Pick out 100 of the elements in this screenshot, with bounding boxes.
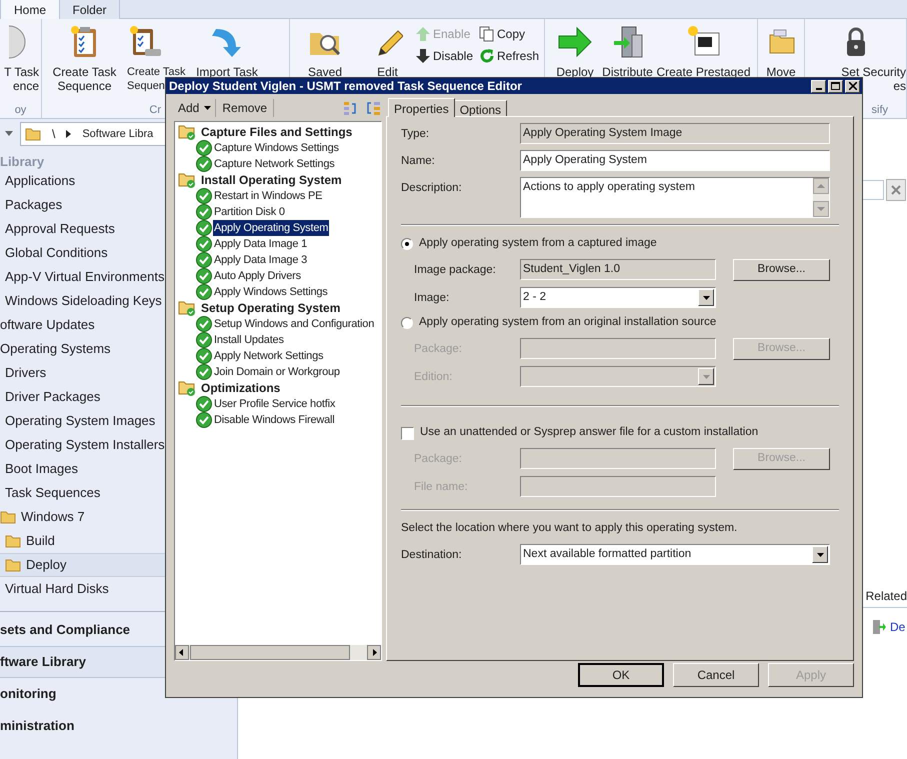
tree-item[interactable]: Partition Disk 0 [213, 204, 286, 220]
dropdown-caret-icon [702, 374, 710, 378]
dropdown-caret-icon [4, 131, 14, 137]
field-label: Destination: [401, 548, 463, 563]
close-button[interactable] [845, 80, 860, 92]
dropdown-button[interactable] [812, 546, 828, 563]
tree-item[interactable]: Capture Network Settings [213, 156, 336, 172]
minimize-button[interactable] [811, 80, 826, 92]
radio-button[interactable] [401, 238, 413, 250]
tab[interactable]: Options [454, 100, 508, 117]
tree-item[interactable]: Setup Windows and Configuration [213, 316, 376, 332]
text-field[interactable]: Apply Operating System [520, 150, 830, 171]
tab[interactable]: Properties [388, 98, 455, 117]
browse-button[interactable]: Browse... [733, 259, 830, 281]
ribbon-small-button[interactable]: Refresh [479, 47, 544, 65]
sidebar-item[interactable]: Windows 7 [0, 505, 237, 529]
dialog-button[interactable]: OK [578, 663, 664, 687]
ribbon-button-label[interactable]: Sequence [57, 79, 112, 93]
check-icon [196, 284, 212, 300]
ribbon-button-label[interactable]: Create Task [127, 65, 186, 79]
dialog-button[interactable]: Cancel [673, 663, 759, 687]
window-title: Deploy Student Viglen - USMT removed Task Sequence Editor [169, 78, 522, 95]
maximize-button[interactable] [828, 80, 843, 92]
text-area[interactable]: Actions to apply operating system [520, 177, 830, 218]
option-label: Apply operating system from a captured image [419, 236, 657, 252]
dropdown-field[interactable]: Next available formatted partition [520, 544, 830, 565]
option-label: Apply operating system from an original installation source [419, 315, 716, 330]
folder-icon [0, 510, 16, 524]
ribbon-tab[interactable]: Home [0, 0, 60, 19]
arrow-right-icon [557, 25, 593, 59]
check-icon [196, 156, 212, 172]
check-icon [196, 316, 212, 332]
ribbon-button-label[interactable]: ence [12, 79, 39, 93]
tree-item[interactable]: Disable Windows Firewall [213, 412, 336, 428]
checkbox[interactable] [401, 426, 414, 440]
ribbon-button-label[interactable]: Distribute [602, 65, 653, 79]
field-label: Edition: [414, 370, 454, 385]
folder-check-icon [178, 172, 196, 188]
tree-item[interactable]: Restart in Windows PE [213, 188, 324, 204]
sidebar-item[interactable]: Build [0, 529, 237, 553]
tree-item[interactable]: Apply Windows Settings [213, 284, 329, 300]
tree-item[interactable]: Apply Network Settings [213, 348, 324, 364]
vertical-scrollbar[interactable] [813, 178, 829, 217]
field-label: Name: [401, 154, 436, 169]
remove-button[interactable]: Remove [216, 99, 274, 117]
ribbon-button-label[interactable]: Create Prestaged [656, 65, 751, 79]
scrollbar-thumb[interactable] [190, 645, 350, 660]
check-icon [196, 364, 212, 380]
field-label: File name: [414, 480, 469, 495]
tree-item[interactable]: User Profile Service hotfix [213, 396, 336, 412]
text-field[interactable]: Apply Operating System Image [520, 123, 830, 144]
scroll-down-icon [813, 201, 829, 217]
section-header: Library [0, 155, 44, 169]
dropdown-field[interactable]: 2 - 2 [520, 287, 716, 308]
radio-button[interactable] [401, 317, 413, 329]
tree-item[interactable]: Apply Operating System [213, 220, 330, 236]
move-up-icon [342, 100, 358, 116]
tree-item[interactable]: Optimizations [200, 379, 282, 397]
field-label: Type: [401, 127, 430, 142]
ribbon-button-label[interactable]: Deploy [556, 65, 594, 79]
check-icon [196, 268, 212, 284]
ribbon-button-label[interactable]: Import Task [196, 65, 258, 79]
tree-item[interactable]: Apply Data Image 3 [213, 252, 308, 268]
ribbon-button-label[interactable]: Edit [377, 65, 398, 79]
tree-item[interactable]: Setup Operating System [200, 299, 342, 317]
dropdown-button[interactable] [698, 289, 714, 306]
ribbon-small-button[interactable]: Disable [415, 47, 479, 65]
folder-icon [5, 558, 21, 572]
tree-item[interactable]: Auto Apply Drivers [213, 268, 302, 284]
ribbon-button-label[interactable]: T Task [4, 65, 39, 79]
ribbon-button-label[interactable]: Sequen [127, 79, 165, 93]
folder-icon [5, 534, 21, 548]
breadcrumb-text[interactable]: Software Libra [82, 126, 154, 142]
add-menu-button[interactable]: Add [174, 99, 216, 117]
close-icon [891, 185, 901, 195]
ribbon-small-button[interactable]: Copy [479, 25, 544, 43]
chevron-right-icon [66, 130, 72, 138]
breadcrumb-text: \ [52, 126, 56, 143]
option-label: Use an unattended or Sysprep answer file for a custom installation [420, 425, 758, 440]
check-icon [196, 252, 212, 268]
tree-item[interactable]: Apply Data Image 1 [213, 236, 308, 252]
check-icon [196, 188, 212, 204]
workspace-button[interactable]: ministration [0, 710, 237, 742]
ribbon-button-label[interactable]: Create Task [52, 65, 116, 79]
ribbon-group-label: sify [872, 103, 888, 118]
text-field[interactable]: Student_Viglen 1.0 [520, 259, 716, 280]
ribbon-tab[interactable]: Folder [60, 0, 120, 19]
tree-item[interactable]: Install Operating System [200, 171, 343, 189]
check-icon [196, 220, 212, 236]
close-icon [848, 82, 856, 90]
ribbon-button-label[interactable]: es [893, 79, 906, 93]
maximize-icon [831, 82, 840, 90]
ribbon-button-label[interactable]: Saved [308, 65, 342, 79]
horizontal-scrollbar[interactable] [175, 645, 381, 660]
ribbon-button-label[interactable]: Set Security [841, 65, 906, 79]
related-link[interactable]: De [890, 618, 906, 636]
ribbon-button-label[interactable]: Move [766, 65, 796, 79]
copy-icon [479, 26, 495, 42]
tree-item[interactable]: Join Domain or Workgroup [213, 364, 341, 380]
tree-item[interactable]: Install Updates [213, 332, 285, 348]
